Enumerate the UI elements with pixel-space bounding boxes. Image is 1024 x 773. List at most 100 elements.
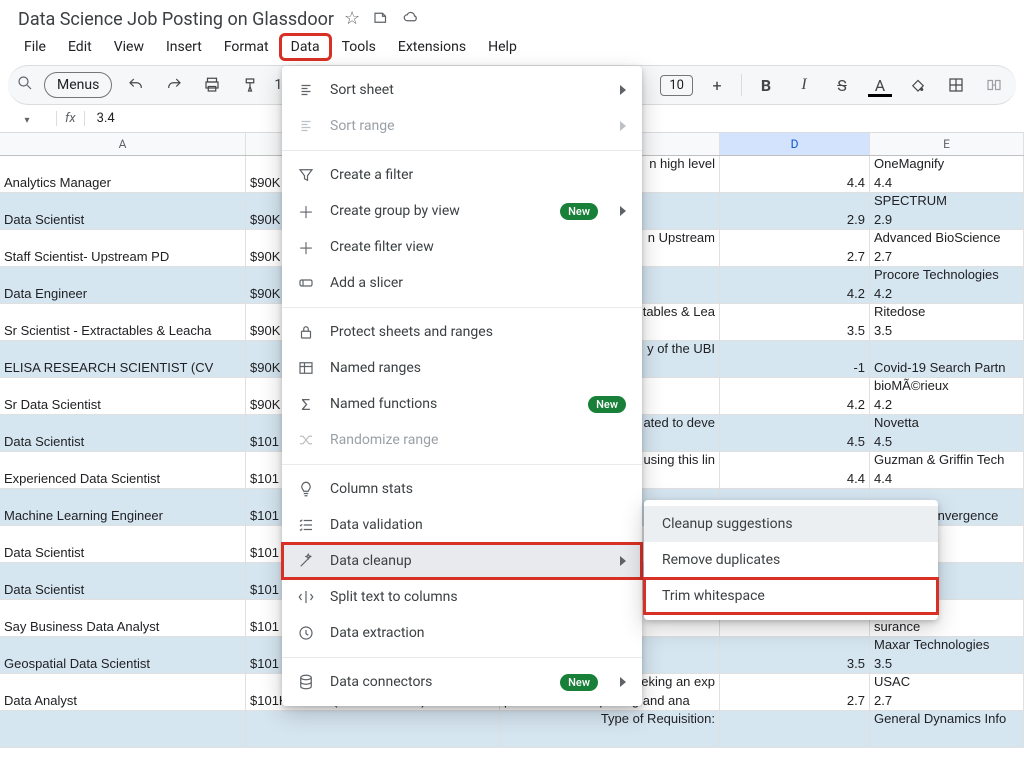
font-size-increase[interactable]: + xyxy=(703,71,731,99)
borders-icon[interactable] xyxy=(942,71,970,99)
cell[interactable]: Covid-19 Search Partn xyxy=(870,341,1024,377)
cell[interactable]: 4.2bioMÃ©rieux xyxy=(870,378,1024,414)
cell[interactable]: Say Business Data Analyst xyxy=(0,600,246,636)
cell[interactable]: Sr Scientist - Extractables & Leacha xyxy=(0,304,246,340)
paint-format-icon[interactable] xyxy=(236,71,264,99)
cell[interactable]: 3.5Maxar Technologies xyxy=(870,637,1024,673)
menu-data-extraction[interactable]: Data extraction xyxy=(282,615,642,651)
cell[interactable]: Type of Requisition: xyxy=(500,711,720,747)
new-badge: New xyxy=(560,203,598,220)
split-icon xyxy=(296,587,316,607)
cell[interactable]: ELISA RESEARCH SCIENTIST (CV xyxy=(0,341,246,377)
cell[interactable]: Geospatial Data Scientist xyxy=(0,637,246,673)
menu-help[interactable]: Help xyxy=(478,35,527,59)
cell[interactable]: Data Scientist xyxy=(0,526,246,562)
cell[interactable]: Data Analyst xyxy=(0,674,246,710)
menu-create-filter-view[interactable]: ＋ Create filter view xyxy=(282,229,642,265)
cell[interactable]: Sr Data Scientist xyxy=(0,378,246,414)
cell[interactable]: -1 xyxy=(720,341,870,377)
cell[interactable]: 4.2Procore Technologies xyxy=(870,267,1024,303)
cell[interactable]: 2.7 xyxy=(720,674,870,710)
menu-format[interactable]: Format xyxy=(214,35,279,59)
cell[interactable]: Data Engineer xyxy=(0,267,246,303)
menu-named-functions[interactable]: Σ Named functions New xyxy=(282,386,642,422)
menu-insert[interactable]: Insert xyxy=(156,35,212,59)
cell[interactable]: 4.4 xyxy=(720,156,870,192)
submenu-cleanup-suggestions[interactable]: Cleanup suggestions xyxy=(644,506,938,542)
name-box[interactable] xyxy=(4,111,50,127)
menu-column-stats[interactable]: Column stats xyxy=(282,471,642,507)
cell[interactable]: 4.4 xyxy=(720,452,870,488)
cell[interactable]: Analytics Manager xyxy=(0,156,246,192)
col-header-e[interactable]: E xyxy=(870,133,1024,155)
menu-data-connectors[interactable]: Data connectors New xyxy=(282,664,642,700)
menu-label: Sort sheet xyxy=(330,82,606,98)
cell[interactable]: 4.2 xyxy=(720,267,870,303)
print-icon[interactable] xyxy=(198,71,226,99)
text-color-icon[interactable]: A xyxy=(866,71,894,99)
undo-icon[interactable] xyxy=(122,71,150,99)
doc-title[interactable]: Data Science Job Posting on Glassdoor xyxy=(18,9,334,30)
menu-label: Create a filter xyxy=(330,167,626,183)
cell[interactable] xyxy=(0,711,246,747)
menu-data-validation[interactable]: Data validation xyxy=(282,507,642,543)
cell[interactable]: General Dynamics Info xyxy=(870,711,1024,747)
cell[interactable]: 4.4Guzman & Griffin Tech xyxy=(870,452,1024,488)
menu-extensions[interactable]: Extensions xyxy=(388,35,476,59)
cell[interactable]: 4.5Novetta xyxy=(870,415,1024,451)
cell[interactable]: 2.7 xyxy=(720,230,870,266)
menu-data[interactable]: Data xyxy=(281,35,330,59)
cell[interactable]: 2.7USAC xyxy=(870,674,1024,710)
cell[interactable]: 3.5 xyxy=(720,637,870,673)
font-size-input[interactable]: 10 xyxy=(660,75,693,96)
menus-button[interactable]: Menus xyxy=(44,72,112,98)
cell[interactable]: 4.4OneMagnify xyxy=(870,156,1024,192)
cell[interactable]: Data Scientist xyxy=(0,563,246,599)
cloud-icon[interactable] xyxy=(402,8,420,31)
menu-split-text[interactable]: Split text to columns xyxy=(282,579,642,615)
col-header-d[interactable]: D xyxy=(720,133,870,155)
cell[interactable]: 3.5Ritedose xyxy=(870,304,1024,340)
cell[interactable]: Data Scientist xyxy=(0,415,246,451)
menu-add-slicer[interactable]: Add a slicer xyxy=(282,265,642,301)
merge-cells-icon[interactable] xyxy=(980,71,1008,99)
menu-edit[interactable]: Edit xyxy=(58,35,102,59)
cell[interactable]: Staff Scientist- Upstream PD xyxy=(0,230,246,266)
redo-icon[interactable] xyxy=(160,71,188,99)
menu-create-group-by-view[interactable]: ＋ Create group by view New xyxy=(282,193,642,229)
fill-color-icon[interactable] xyxy=(904,71,932,99)
cell[interactable] xyxy=(720,711,870,747)
cell[interactable]: 4.2 xyxy=(720,378,870,414)
cell[interactable] xyxy=(246,711,500,747)
menu-sort-sheet[interactable]: Sort sheet xyxy=(282,72,642,108)
formula-input[interactable]: 3.4 xyxy=(91,111,115,126)
bold-icon[interactable]: B xyxy=(752,71,780,99)
menu-tools[interactable]: Tools xyxy=(332,35,386,59)
table-row[interactable]: Type of Requisition: General Dynamics Inf… xyxy=(0,711,1024,748)
menu-named-ranges[interactable]: Named ranges xyxy=(282,350,642,386)
cell[interactable]: 2.9SPECTRUM xyxy=(870,193,1024,229)
cell[interactable]: Data Scientist xyxy=(0,193,246,229)
strikethrough-icon[interactable]: S xyxy=(828,71,856,99)
menu-create-filter[interactable]: Create a filter xyxy=(282,157,642,193)
cell[interactable]: 3.5 xyxy=(720,304,870,340)
cell[interactable]: Experienced Data Scientist xyxy=(0,452,246,488)
menu-data-cleanup[interactable]: Data cleanup xyxy=(282,543,642,579)
menu-view[interactable]: View xyxy=(104,35,154,59)
cell[interactable]: Machine Learning Engineer xyxy=(0,489,246,525)
italic-icon[interactable]: I xyxy=(790,71,818,99)
star-icon[interactable]: ☆ xyxy=(344,8,360,31)
cell[interactable]: 2.7Advanced BioScience xyxy=(870,230,1024,266)
col-header-a[interactable]: A xyxy=(0,133,246,155)
cell[interactable]: 2.9 xyxy=(720,193,870,229)
search-menus-icon[interactable] xyxy=(16,74,34,96)
chevron-right-icon xyxy=(620,556,626,566)
submenu-remove-duplicates[interactable]: Remove duplicates xyxy=(644,542,938,578)
lock-icon xyxy=(296,322,316,342)
menu-protect-sheets[interactable]: Protect sheets and ranges xyxy=(282,314,642,350)
cell[interactable]: 4.5 xyxy=(720,415,870,451)
submenu-trim-whitespace[interactable]: Trim whitespace xyxy=(644,578,938,614)
move-icon[interactable] xyxy=(372,8,390,31)
fx-label: fx xyxy=(56,111,85,126)
menu-file[interactable]: File xyxy=(14,35,56,59)
